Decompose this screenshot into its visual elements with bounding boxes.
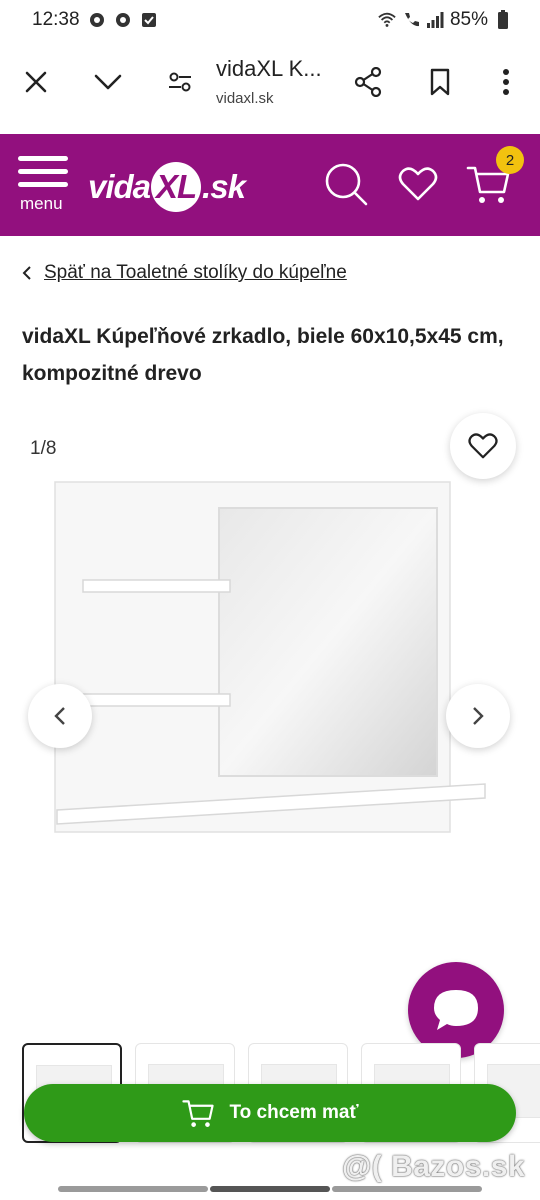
page-url: vidaxl.sk <box>216 90 274 107</box>
add-to-cart-button[interactable]: To chcem mať <box>24 1084 516 1142</box>
chevron-left-icon <box>54 707 65 725</box>
site-header: menu vida XL .sk <box>0 134 540 236</box>
close-icon <box>25 71 47 93</box>
tune-icon <box>169 72 191 92</box>
breadcrumb: Späť na Toaletné stolíky do kúpeľne <box>22 262 347 284</box>
site-settings-button[interactable] <box>158 60 202 104</box>
signal-icon <box>426 11 444 29</box>
status-bar: 12:38 85% <box>0 0 540 40</box>
bookmark-button[interactable] <box>418 60 462 104</box>
more-options-button[interactable] <box>484 60 528 104</box>
chrome-notification-icon <box>88 11 106 29</box>
cart-icon <box>182 1100 215 1127</box>
menu-button[interactable] <box>18 156 70 192</box>
wifi-call-icon <box>402 11 420 29</box>
watermark: @( Bazos.sk <box>342 1150 526 1183</box>
share-icon <box>354 67 382 97</box>
heart-icon <box>398 167 438 201</box>
minimize-button[interactable] <box>86 60 130 104</box>
cart-count-badge: 2 <box>496 146 524 174</box>
search-icon <box>325 163 368 206</box>
chevron-right-icon <box>473 707 484 725</box>
image-counter: 1/8 <box>30 438 57 459</box>
checkbox-notification-icon <box>140 11 158 29</box>
close-tab-button[interactable] <box>14 60 58 104</box>
logo-text-right: .sk <box>202 168 246 205</box>
chevron-down-icon <box>94 74 122 90</box>
back-to-category-link[interactable]: Späť na Toaletné stolíky do kúpeľne <box>44 262 347 284</box>
vidaxl-logo[interactable]: vida XL .sk <box>88 162 246 212</box>
browser-toolbar: vidaXL K... vidaxl.sk <box>0 40 540 126</box>
hamburger-line <box>18 169 68 174</box>
chat-bubble-icon <box>434 990 478 1030</box>
battery-icon <box>494 10 512 29</box>
gesture-bar <box>0 1186 540 1200</box>
menu-label: menu <box>20 194 63 213</box>
status-time: 12:38 <box>32 9 80 30</box>
wishlist-button[interactable] <box>392 158 444 210</box>
search-button[interactable] <box>320 158 372 210</box>
hamburger-line <box>18 182 68 187</box>
logo-xl-mark: XL <box>151 162 202 212</box>
wifi-icon <box>378 11 396 29</box>
add-to-cart-label: To chcem mať <box>229 1102 359 1123</box>
previous-image-button[interactable] <box>28 684 92 748</box>
chevron-left-icon <box>22 266 31 280</box>
next-image-button[interactable] <box>446 684 510 748</box>
battery-percent: 85% <box>449 9 488 30</box>
logo-text-left: vida <box>88 168 151 205</box>
page-title: vidaXL K... <box>216 56 322 81</box>
chrome-notification-icon <box>114 11 132 29</box>
add-to-wishlist-button[interactable] <box>450 413 516 479</box>
more-vertical-icon <box>503 69 509 95</box>
hamburger-line <box>18 156 68 161</box>
heart-icon <box>468 433 498 459</box>
bookmark-icon <box>430 68 450 96</box>
product-title: vidaXL Kúpeľňové zrkadlo, biele 60x10,5x… <box>22 325 504 385</box>
share-button[interactable] <box>346 60 390 104</box>
product-image[interactable] <box>45 480 495 840</box>
